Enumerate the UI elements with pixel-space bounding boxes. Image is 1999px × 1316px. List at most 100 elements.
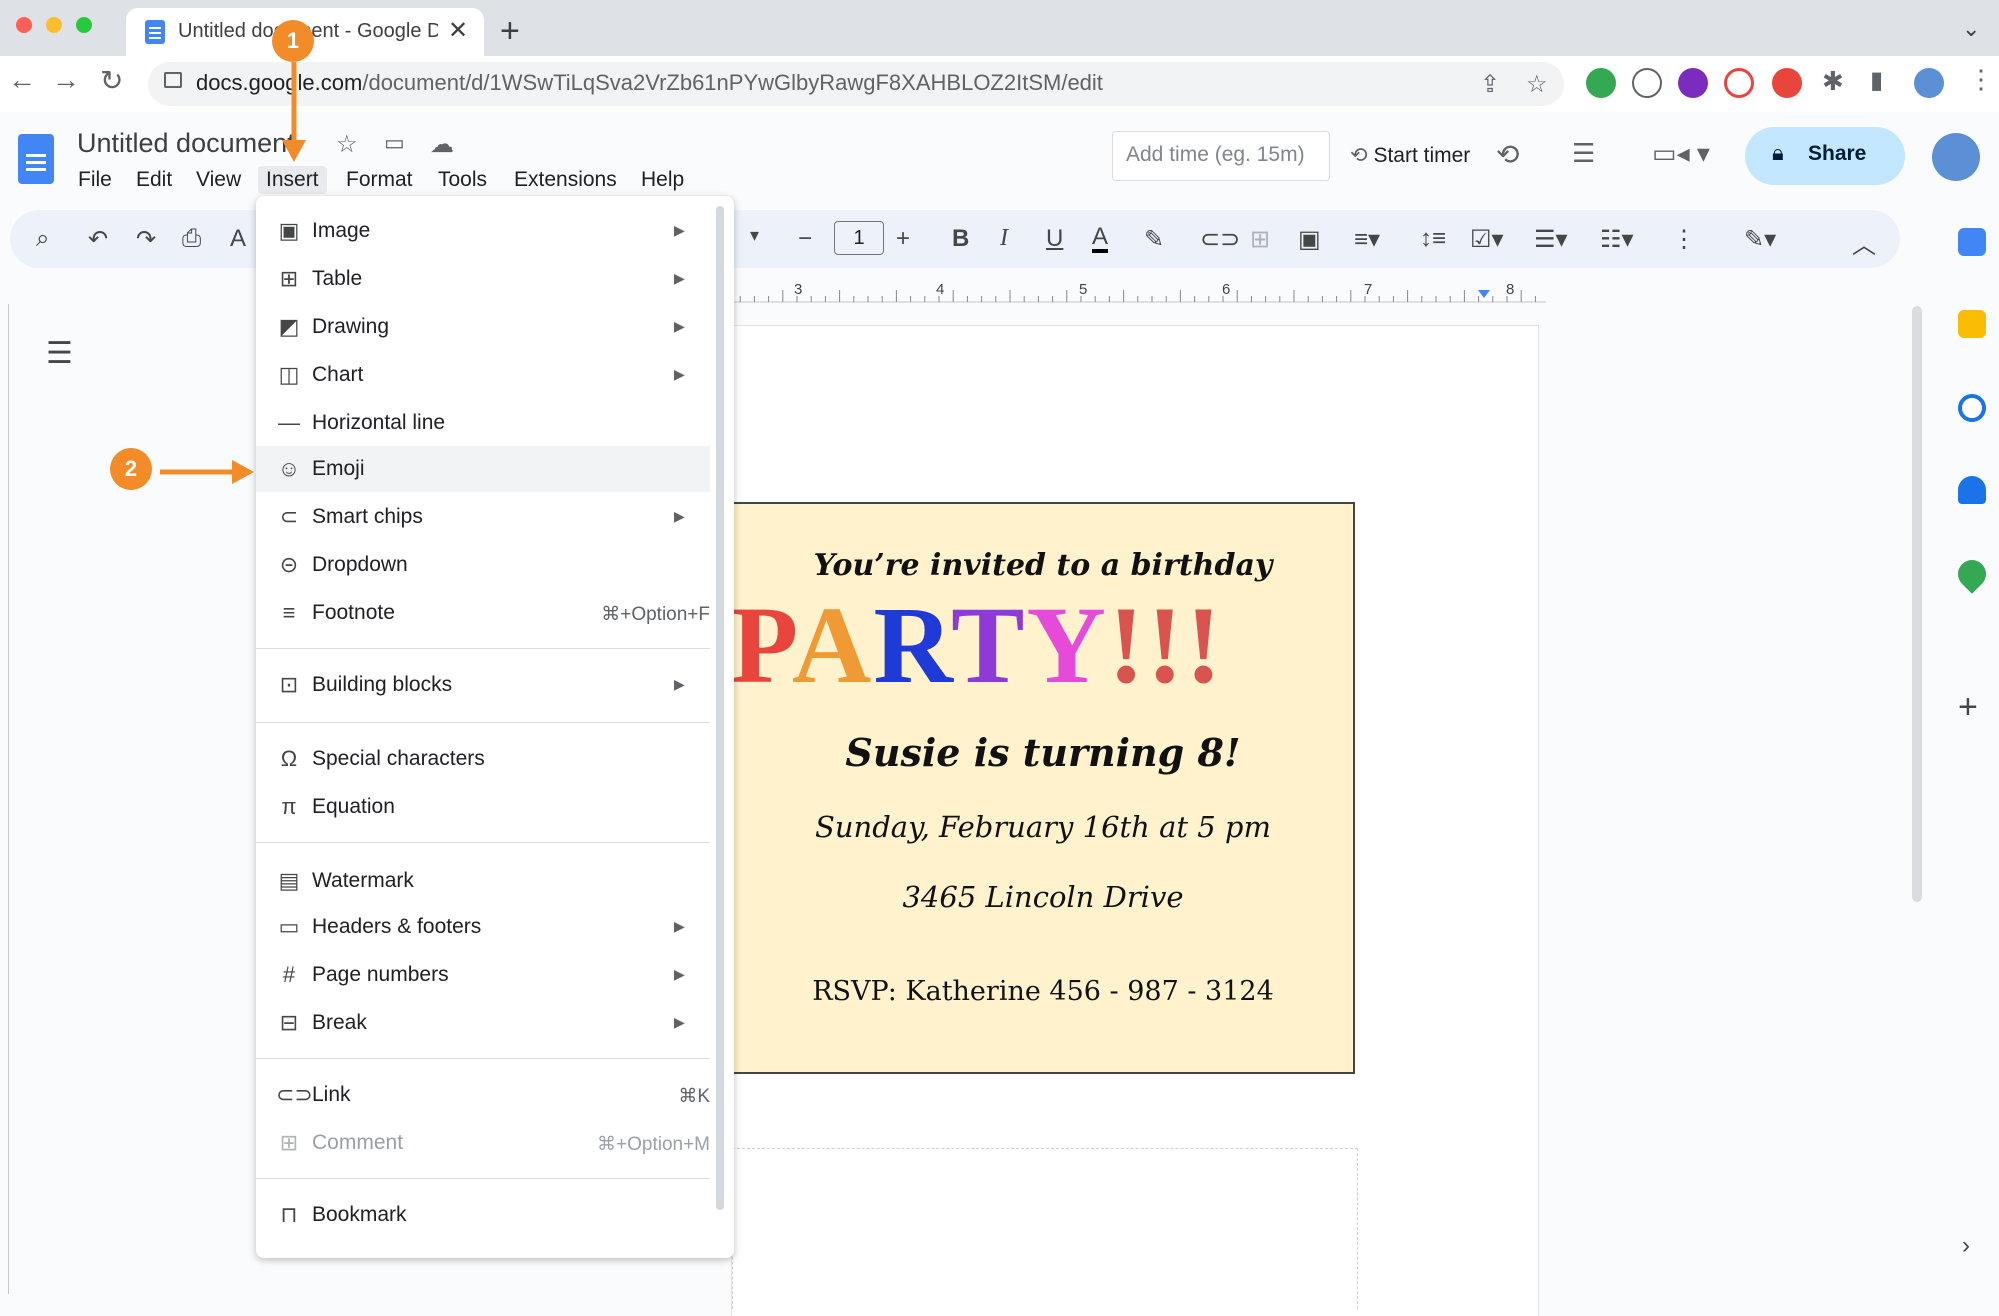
underline-icon[interactable]: U [1046,225,1063,253]
url-text[interactable]: docs.google.com/document/d/1WSwTiLqSva2V… [196,70,1103,96]
menu-item-comment[interactable]: ⊞ Comment ⌘+Option+M [256,1120,710,1166]
menu-item-table[interactable]: ⊞ Table ▶ [256,256,710,302]
align-icon[interactable]: ≡▾ [1354,225,1380,254]
new-tab-button[interactable]: + [500,12,520,51]
sidepanel-icon[interactable]: ▮ [1870,66,1883,95]
menu-edit[interactable]: Edit [128,166,180,194]
cloud-saved-icon[interactable]: ☁ [430,130,454,159]
adblock-extension-icon[interactable] [1772,68,1802,98]
lock-icon[interactable] [164,72,182,88]
docs-logo-icon[interactable] [18,134,54,184]
menu-format[interactable]: Format [338,166,421,194]
submenu-arrow-icon: ▶ [674,918,685,934]
menu-item-building-blocks[interactable]: ⊡ Building blocks ▶ [256,662,710,708]
profile-avatar[interactable] [1914,68,1944,98]
meet-camera-icon[interactable]: ▭◂ ▾ [1652,138,1710,169]
grammarly-extension-icon[interactable] [1586,68,1616,98]
menu-item-horizontal-line[interactable]: — Horizontal line [256,400,710,446]
extension-purple-icon[interactable] [1678,68,1708,98]
menu-item-special-characters[interactable]: Ω Special characters [256,736,710,782]
print-icon[interactable]: ⎙ [182,225,201,253]
menu-help[interactable]: Help [633,166,692,194]
back-arrow-icon[interactable]: ← [8,64,36,96]
menu-view[interactable]: View [188,166,249,194]
extensions-icon[interactable]: ✱ [1822,66,1844,97]
menu-item-headers-footers[interactable]: ▭ Headers & footers ▶ [256,904,710,950]
reload-icon[interactable]: ↻ [100,64,123,97]
increase-font-size-icon[interactable]: + [896,225,910,253]
insert-image-icon[interactable]: ▣ [1298,225,1321,254]
bulleted-list-icon[interactable]: ☰▾ [1534,225,1568,254]
insert-link-icon[interactable]: ⊂⊃ [1200,225,1240,254]
submenu-arrow-icon: ▶ [674,508,685,524]
menu-item-footnote[interactable]: ≡ Footnote ⌘+Option+F [256,590,710,636]
highlight-icon[interactable]: ✎ [1144,225,1164,254]
start-timer-button[interactable]: ⟲ Start timer [1350,143,1470,168]
extension-red-ring-icon[interactable] [1724,68,1754,98]
line-spacing-icon[interactable]: ↕≡ [1420,225,1446,253]
menu-item-image[interactable]: ▣ Image ▶ [256,208,710,254]
font-size-input[interactable]: 1 [834,221,884,255]
user-avatar[interactable] [1932,133,1980,181]
contacts-icon[interactable] [1958,476,1986,504]
menu-item-break[interactable]: ⊟ Break ▶ [256,1000,710,1046]
keep-icon[interactable] [1958,310,1986,338]
calendar-icon[interactable] [1958,228,1986,256]
menu-item-bookmark[interactable]: ⊓ Bookmark [256,1192,710,1238]
document-scrollbar[interactable] [1912,306,1922,902]
link-icon: ⊂⊃ [276,1082,313,1107]
tab-search-icon[interactable]: ⌄ [1962,16,1980,42]
font-dropdown-icon[interactable]: ▾ [750,225,759,246]
menu-tools[interactable]: Tools [430,166,495,194]
add-comment-icon[interactable]: ⊞ [1250,225,1270,254]
more-options-icon[interactable]: ⋮ [1672,225,1696,254]
menu-item-emoji[interactable]: ☺ Emoji [256,446,710,492]
document-title[interactable]: Untitled document [77,128,295,159]
menu-file[interactable]: File [70,166,120,194]
undo-icon[interactable]: ↶ [88,225,108,254]
close-window-icon[interactable] [16,17,32,33]
kebab-menu-icon[interactable]: ⋮ [1968,64,1994,95]
comments-icon[interactable]: ☰ [1572,138,1595,169]
tasks-icon[interactable] [1958,394,1986,422]
move-folder-icon[interactable]: ▭ [384,130,405,156]
menu-extensions[interactable]: Extensions [506,166,625,194]
menu-insert[interactable]: Insert [258,166,327,194]
bookmark-star-icon[interactable]: ☆ [1526,70,1548,99]
add-addon-icon[interactable]: + [1958,688,1978,727]
menu-item-link[interactable]: ⊂⊃ Link ⌘K [256,1072,710,1118]
menu-item-drawing[interactable]: ◩ Drawing ▶ [256,304,710,350]
close-tab-icon[interactable]: ✕ [448,16,468,45]
editing-mode-icon[interactable]: ✎▾ [1744,225,1776,254]
numbered-list-icon[interactable]: ☷▾ [1600,225,1634,254]
decrease-font-size-icon[interactable]: − [798,225,812,253]
italic-icon[interactable]: I [1000,225,1008,252]
minimize-window-icon[interactable] [46,17,62,33]
menu-item-smart-chips[interactable]: ⊂ Smart chips ▶ [256,494,710,540]
text-color-icon[interactable]: A [1092,225,1109,253]
forward-arrow-icon[interactable]: → [52,64,80,96]
menu-item-label: Smart chips [312,505,423,528]
menu-item-equation[interactable]: π Equation [256,784,710,830]
star-icon[interactable]: ☆ [336,130,358,159]
document-outline-icon[interactable]: ☰ [46,336,73,371]
extension-c-icon[interactable] [1632,68,1662,98]
maximize-window-icon[interactable] [76,17,92,33]
checklist-icon[interactable]: ☑▾ [1470,225,1504,254]
spellcheck-icon[interactable]: A [230,225,246,253]
hash-icon: # [282,962,296,987]
share-label[interactable]: Share [1808,142,1866,166]
collapse-toolbar-icon[interactable]: ︿ [1852,225,1876,260]
horizontal-ruler[interactable]: 3 4 5 6 7 8 [726,276,1546,304]
redo-icon[interactable]: ↷ [136,225,156,254]
search-menus-icon[interactable]: ⌕ [36,225,49,253]
bold-icon[interactable]: B [952,225,969,253]
version-history-icon[interactable]: ⟲ [1496,138,1519,171]
share-page-icon[interactable]: ⇪ [1480,70,1500,99]
menu-item-page-numbers[interactable]: # Page numbers ▶ [256,952,710,998]
menu-item-chart[interactable]: ◫ Chart ▶ [256,352,710,398]
show-side-panel-icon[interactable]: › [1962,1232,1970,1260]
menu-item-watermark[interactable]: ▤ Watermark [256,858,710,904]
menu-item-dropdown[interactable]: ⊝ Dropdown [256,542,710,588]
menu-scrollbar[interactable] [716,206,724,1210]
